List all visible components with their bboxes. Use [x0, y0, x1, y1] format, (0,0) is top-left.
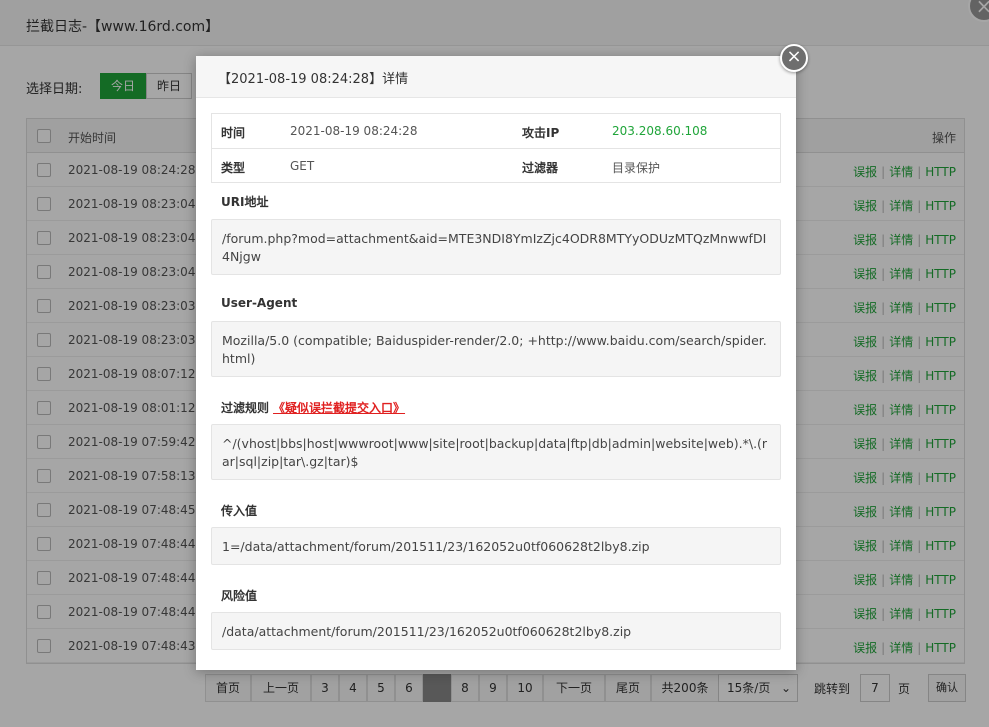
info-filter-label: 过滤器	[522, 161, 559, 175]
rule-value: ^/(vhost|bbs|host|wwwroot|www|site|root|…	[211, 424, 781, 480]
info-type-value: GET	[290, 159, 315, 173]
info-row: 时间 2021-08-19 08:24:28 攻击IP 203.208.60.1…	[212, 114, 780, 148]
risk-title: 风险值	[221, 589, 258, 603]
detail-modal: 【2021-08-19 08:24:28】详情 × 时间 2021-08-19 …	[196, 44, 808, 670]
info-time-label: 时间	[221, 126, 246, 140]
info-ip-label: 攻击IP	[522, 126, 560, 140]
uri-value: /forum.php?mod=attachment&aid=MTE3NDI8Ym…	[211, 219, 781, 275]
modal-title: 【2021-08-19 08:24:28】详情	[218, 72, 409, 87]
info-ip-value: 203.208.60.108	[612, 124, 708, 138]
close-icon[interactable]: ×	[780, 44, 808, 72]
detail-info-table: 时间 2021-08-19 08:24:28 攻击IP 203.208.60.1…	[211, 113, 781, 183]
input-title: 传入值	[221, 504, 258, 518]
rule-title-row: 过滤规则 《疑似误拦截提交入口》	[221, 399, 405, 416]
uri-title: URI地址	[221, 195, 269, 209]
ua-value: Mozilla/5.0 (compatible; Baiduspider-ren…	[211, 321, 781, 377]
info-time-value: 2021-08-19 08:24:28	[290, 124, 418, 138]
risk-value: /data/attachment/forum/201511/23/162052u…	[211, 612, 781, 650]
input-value: 1=/data/attachment/forum/201511/23/16205…	[211, 527, 781, 565]
info-type-label: 类型	[221, 161, 246, 175]
info-row: 类型 GET 过滤器 目录保护	[212, 148, 780, 182]
rule-title: 过滤规则	[221, 401, 270, 415]
modal-header: 【2021-08-19 08:24:28】详情	[196, 56, 796, 98]
info-filter-value: 目录保护	[612, 161, 661, 175]
ua-title: User-Agent	[221, 296, 298, 310]
false-positive-link[interactable]: 《疑似误拦截提交入口》	[273, 401, 405, 415]
